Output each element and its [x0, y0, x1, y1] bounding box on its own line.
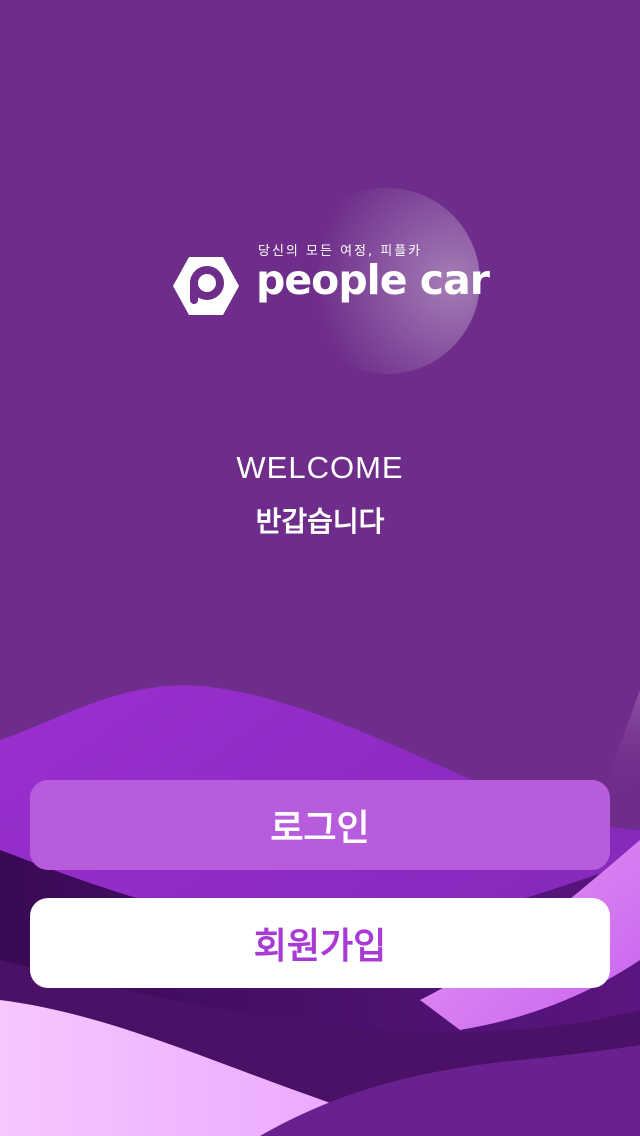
welcome-title: WELCOME	[236, 450, 404, 485]
signup-button-label: 회원가입	[253, 926, 387, 967]
brand-name: people car	[256, 256, 490, 304]
login-button[interactable]: 로그인	[30, 780, 610, 870]
welcome-subtitle: 반갑습니다	[255, 505, 385, 538]
welcome-screen: 당신의 모든 여정, 피플카 people car WELCOME 반갑습니다 …	[0, 0, 640, 1136]
signup-button[interactable]: 회원가입	[30, 898, 610, 988]
login-button-label: 로그인	[270, 808, 370, 849]
hexagon-p-logo-icon	[173, 257, 239, 315]
